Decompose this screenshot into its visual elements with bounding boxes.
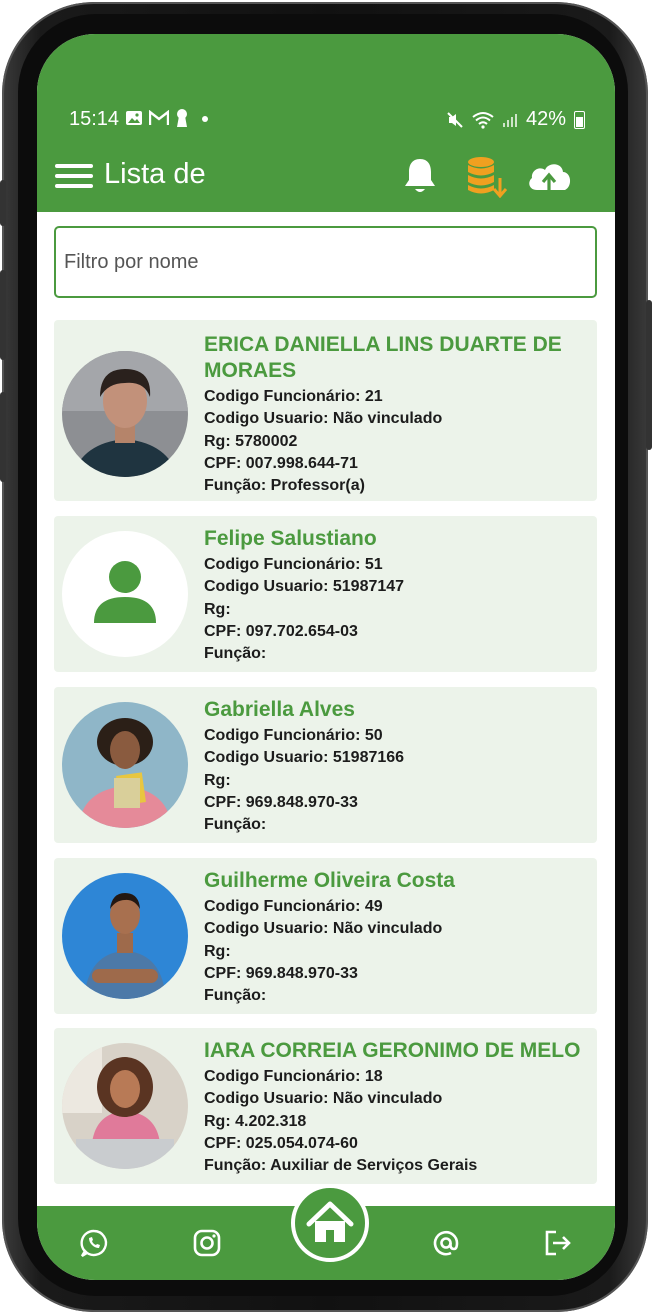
employee-code: Codigo Funcionário: 18 [204, 1068, 383, 1085]
employee-role: Função: [204, 645, 267, 663]
employee-name: Felipe Salustiano [204, 527, 377, 550]
employee-rg: Rg: [204, 600, 231, 618]
avatar [62, 531, 188, 657]
employee-rg: Rg: 5780002 [204, 432, 298, 450]
search-container [54, 226, 597, 298]
user-code: Codigo Usuario: 51987166 [204, 749, 405, 767]
menu-icon[interactable] [55, 162, 95, 190]
employee-card[interactable]: Gabriella Alves Codigo Funcionário: 50 C… [54, 687, 597, 843]
employee-cpf: CPF: 025.054.074-60 [204, 1134, 358, 1152]
avatar [62, 351, 188, 477]
employee-cpf: CPF: 969.848.970-33 [204, 793, 358, 811]
logout-icon[interactable] [542, 1228, 572, 1258]
toolbar: Lista de [37, 152, 615, 202]
database-download-icon[interactable] [465, 154, 507, 198]
employee-info: Felipe Salustiano Codigo Funcionário: 51… [204, 526, 591, 665]
image-icon [126, 111, 142, 125]
employee-info: Gabriella Alves Codigo Funcionário: 50 C… [204, 697, 591, 836]
wifi-icon [472, 111, 494, 129]
user-code: Codigo Usuario: Não vinculado [204, 410, 443, 428]
home-button[interactable] [291, 1184, 369, 1262]
instagram-icon[interactable] [192, 1228, 222, 1258]
mute-vibrate-icon [447, 111, 463, 128]
employee-info: ERICA DANIELLA LINS DUARTE DE MORAES Cod… [204, 332, 591, 497]
employee-name: Guilherme Oliveira Costa [204, 869, 455, 892]
user-code: Codigo Usuario: Não vinculado [204, 1090, 443, 1108]
bell-icon[interactable] [401, 156, 439, 196]
person-placeholder-icon [94, 561, 156, 623]
employee-cpf: CPF: 097.702.654-03 [204, 622, 358, 640]
avatar [62, 873, 188, 999]
employee-cpf: CPF: 969.848.970-33 [204, 964, 358, 982]
employee-rg: Rg: 4.202.318 [204, 1112, 307, 1130]
employee-name: Gabriella Alves [204, 698, 355, 721]
search-input[interactable] [54, 226, 597, 298]
battery-percentage: 42% [525, 108, 566, 130]
phone-side-button [0, 392, 6, 482]
employee-code: Codigo Funcionário: 49 [204, 898, 383, 915]
status-bar: 15:14 42% [37, 106, 615, 136]
status-notification-icons [125, 108, 211, 128]
status-time: 15:14 [69, 108, 120, 130]
avatar [62, 702, 188, 828]
employee-card[interactable]: Felipe Salustiano Codigo Funcionário: 51… [54, 516, 597, 672]
employee-card[interactable]: Guilherme Oliveira Costa Codigo Funcioná… [54, 858, 597, 1014]
employee-role: Função: Professor(a) [204, 477, 365, 495]
app-header: 15:14 42% Lista de [37, 34, 615, 212]
employee-info: Guilherme Oliveira Costa Codigo Funcioná… [204, 868, 591, 1007]
home-icon [306, 1201, 354, 1242]
signal-icon [502, 113, 517, 127]
employee-role: Função: Auxiliar de Serviços Gerais [204, 1157, 478, 1175]
user-code: Codigo Usuario: 51987147 [204, 578, 405, 596]
keyhole-icon [177, 109, 187, 127]
gmail-icon [149, 110, 169, 125]
employee-card[interactable]: IARA CORREIA GERONIMO DE MELO Codigo Fun… [54, 1028, 597, 1184]
battery-icon [574, 110, 585, 129]
employee-code: Codigo Funcionário: 50 [204, 727, 383, 744]
phone-side-button [0, 270, 6, 360]
phone-side-button [646, 300, 652, 450]
user-code: Codigo Usuario: Não vinculado [204, 920, 443, 938]
employee-code: Codigo Funcionário: 51 [204, 556, 383, 573]
employee-role: Função: [204, 816, 267, 834]
cloud-upload-icon[interactable] [525, 158, 573, 196]
phone-side-button [0, 180, 6, 226]
employee-name: IARA CORREIA GERONIMO DE MELO [204, 1039, 581, 1062]
employee-role: Função: [204, 987, 267, 1005]
employee-card[interactable]: ERICA DANIELLA LINS DUARTE DE MORAES Cod… [54, 320, 597, 501]
employee-name: ERICA DANIELLA LINS DUARTE DE MORAES [204, 333, 562, 382]
employee-rg: Rg: [204, 771, 231, 789]
app-screen: 15:14 42% Lista de Filtro por nome ERICA… [37, 34, 615, 1280]
at-sign-icon[interactable] [431, 1228, 461, 1258]
status-system-icons: 42% [446, 108, 585, 131]
page-title: Lista de [104, 158, 206, 190]
employee-code: Codigo Funcionário: 21 [204, 388, 383, 405]
employee-cpf: CPF: 007.998.644-71 [204, 454, 358, 472]
dot-icon [202, 116, 208, 122]
whatsapp-icon[interactable] [79, 1228, 109, 1258]
employee-info: IARA CORREIA GERONIMO DE MELO Codigo Fun… [204, 1038, 591, 1177]
employee-rg: Rg: [204, 942, 231, 960]
avatar [62, 1043, 188, 1169]
